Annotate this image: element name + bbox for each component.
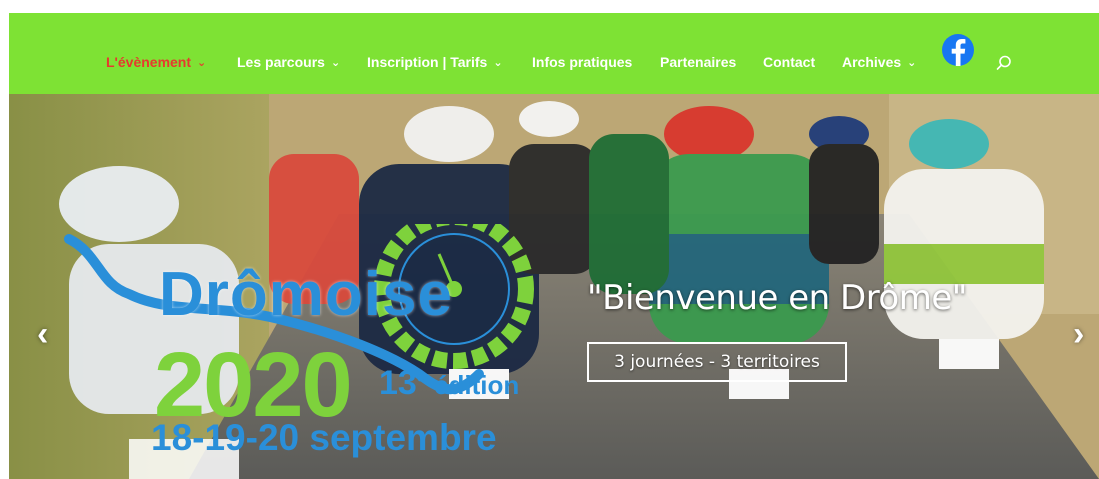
chevron-down-icon: ⌄ [907, 57, 917, 69]
page-frame: L'évènement ⌄ Les parcours ⌄ Inscription |… [9, 13, 1099, 479]
nav-item-partenaires[interactable]: Partenaires [660, 54, 736, 70]
nav-item-evenement[interactable]: L'évènement ⌄ [106, 54, 206, 70]
nav-item-parcours[interactable]: Les parcours ⌄ [237, 54, 340, 70]
hero-cta-button[interactable]: 3 journées - 3 territoires [587, 342, 847, 382]
logo-dates: 18-19-20 septembre [151, 417, 497, 458]
logo-name-word: Drômoise [159, 260, 453, 329]
nav-item-label: Infos pratiques [532, 54, 633, 70]
chevron-right-icon[interactable]: › [1073, 317, 1084, 351]
edition-word: édition [434, 370, 520, 400]
chevron-left-icon[interactable]: ‹ [37, 317, 48, 351]
event-logo: Drômoise 2020 13e édition 18-19-20 septe… [59, 224, 579, 474]
hero-headline: "Bienvenue en Drôme" [587, 278, 967, 318]
chevron-down-icon: ⌄ [330, 57, 341, 69]
nav-item-label: Partenaires [660, 54, 737, 70]
facebook-icon[interactable] [942, 34, 974, 66]
search-icon[interactable] [996, 55, 1012, 76]
nav-item-contact[interactable]: Contact [763, 54, 815, 70]
chevron-down-icon: ⌄ [493, 57, 503, 69]
hero-slider: ‹ › Drômoise 2020 13e édition 18-19-20 s… [9, 94, 1099, 479]
nav-item-label: Inscription | Tarifs [367, 54, 488, 70]
nav-item-archives[interactable]: Archives ⌄ [842, 54, 916, 70]
nav-item-label: L'évènement [106, 54, 192, 70]
edition-number: 13 [379, 364, 417, 402]
logo-edition: 13e édition [379, 364, 519, 403]
nav-item-label: Les parcours [237, 54, 325, 70]
nav-item-inscription[interactable]: Inscription | Tarifs ⌄ [367, 54, 503, 70]
edition-suffix: e [416, 368, 425, 385]
nav-item-infos[interactable]: Infos pratiques [532, 54, 632, 70]
nav-item-label: Archives [842, 54, 902, 70]
chevron-down-icon: ⌄ [197, 57, 207, 69]
main-navigation: L'évènement ⌄ Les parcours ⌄ Inscription |… [9, 13, 1099, 94]
nav-item-label: Contact [763, 54, 816, 70]
